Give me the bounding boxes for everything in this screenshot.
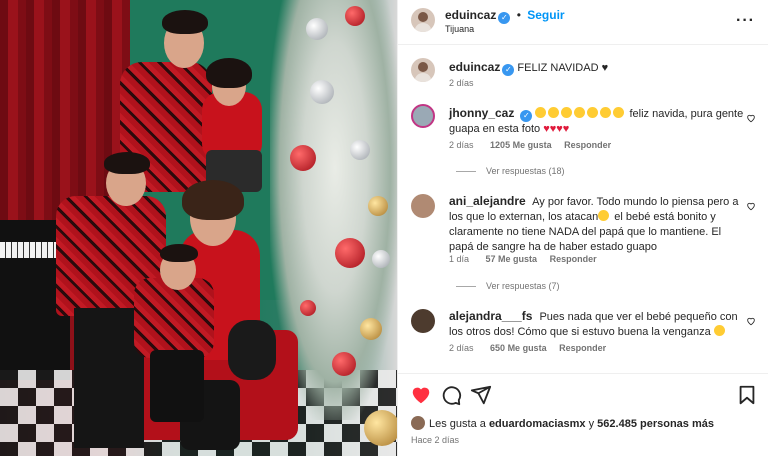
ornament — [332, 352, 356, 376]
laughing-emoji-icon — [713, 325, 725, 336]
ornament — [345, 6, 365, 26]
commenter-avatar[interactable] — [411, 309, 435, 333]
laughing-emoji-icon — [598, 210, 610, 221]
comment-time: 1 día — [449, 254, 470, 264]
comment-meta: 2 días 1205 Me gusta Responder — [449, 140, 611, 150]
like-comment-heart-icon[interactable] — [746, 113, 756, 123]
comment-icon[interactable] — [440, 384, 462, 406]
ornament — [350, 140, 370, 160]
emoji-icon — [548, 107, 560, 118]
post-header: eduincaz ✓ • Seguir Tijuana ··· — [398, 0, 768, 45]
comment-meta: 2 días 650 Me gusta Responder — [449, 343, 606, 353]
verified-badge-icon: ✓ — [502, 64, 515, 76]
ornament — [372, 250, 390, 268]
verified-badge-icon: ✓ — [520, 110, 533, 122]
baby-shirt — [134, 278, 214, 358]
girl-hair — [206, 58, 252, 88]
caption-text: FELIZ NAVIDAD ♥ — [517, 62, 609, 74]
woman-skirt — [228, 320, 276, 380]
like-heart-icon[interactable] — [410, 384, 432, 406]
ornament — [290, 145, 316, 171]
post-actions-bar: Les gusta a eduardomaciasmx y 562.485 pe… — [398, 373, 768, 456]
piano-keys — [0, 242, 56, 258]
post-location[interactable]: Tijuana — [445, 24, 474, 34]
likes-middle: y — [585, 418, 598, 430]
comment-username[interactable]: ani_alejandre — [449, 194, 526, 208]
likes-count[interactable]: 562.485 personas más — [597, 418, 714, 430]
likes-prefix: Les gusta a — [429, 418, 489, 430]
comment-likes[interactable]: 1205 Me gusta — [490, 140, 552, 150]
commenter-avatar[interactable] — [411, 194, 435, 218]
caption-username[interactable]: eduincaz — [449, 60, 500, 74]
emoji-icon — [613, 107, 625, 118]
liker-avatar — [411, 416, 425, 430]
view-replies-button[interactable]: Ver respuestas (18) — [456, 166, 565, 176]
ornament — [335, 238, 365, 268]
woman-hair — [182, 180, 244, 220]
emoji-icon — [574, 107, 586, 118]
emoji-icon — [587, 107, 599, 118]
save-bookmark-icon[interactable] — [736, 384, 758, 406]
author-line: eduincaz ✓ • Seguir — [445, 8, 565, 24]
ornament — [306, 18, 328, 40]
comment-1: jhonny_caz ✓ feliz navida, pura gente gua… — [449, 106, 744, 137]
post-time-ago: Hace 2 días — [411, 435, 460, 445]
comment-likes[interactable]: 57 Me gusta — [486, 254, 538, 264]
view-replies-button[interactable]: Ver respuestas (7) — [456, 281, 560, 291]
comment-time: 2 días — [449, 343, 474, 353]
like-comment-heart-icon[interactable] — [746, 316, 756, 326]
comment-3: alejandra___fs Pues nada que ver el bebé… — [449, 309, 744, 340]
likes-summary[interactable]: Les gusta a eduardomaciasmx y 562.485 pe… — [411, 416, 714, 430]
comment-meta: 1 día 57 Me gusta Responder — [449, 254, 597, 264]
ornament — [300, 300, 316, 316]
post-side-panel: eduincaz ✓ • Seguir Tijuana ··· eduincaz ✓… — [397, 0, 768, 456]
author-username[interactable]: eduincaz — [445, 8, 496, 22]
share-icon[interactable] — [470, 384, 492, 406]
caption-avatar[interactable] — [411, 58, 435, 82]
heart-emoji-icon: ♥♥♥♥ — [543, 123, 570, 135]
more-options-icon[interactable]: ··· — [736, 12, 755, 30]
liker-username[interactable]: eduardomaciasmx — [489, 418, 586, 430]
author-avatar[interactable] — [411, 8, 435, 32]
post-photo[interactable] — [0, 0, 397, 456]
reply-button[interactable]: Responder — [564, 140, 611, 150]
comment-username[interactable]: alejandra___fs — [449, 309, 532, 323]
caption-time: 2 días — [449, 78, 474, 88]
caption: eduincaz ✓ FELIZ NAVIDAD ♥ — [449, 60, 608, 76]
ornament — [360, 318, 382, 340]
baby-pants — [150, 350, 204, 422]
boy-hair — [104, 152, 150, 174]
emoji-icon — [600, 107, 612, 118]
emoji-icon — [561, 107, 573, 118]
commenter-avatar[interactable] — [411, 104, 435, 128]
reply-button[interactable]: Responder — [559, 343, 606, 353]
ornament — [368, 196, 388, 216]
emoji-icon — [535, 107, 547, 118]
comment-time: 2 días — [449, 140, 474, 150]
separator-dot: • — [516, 8, 521, 22]
comment-2: ani_alejandre Ay por favor. Todo mundo l… — [449, 194, 744, 255]
like-comment-heart-icon[interactable] — [746, 201, 756, 211]
ornament — [364, 410, 397, 446]
ornament — [310, 80, 334, 104]
man-hair — [162, 10, 208, 34]
verified-badge-icon: ✓ — [498, 12, 511, 24]
follow-button[interactable]: Seguir — [527, 8, 564, 22]
baby-hair — [160, 244, 198, 262]
comment-username[interactable]: jhonny_caz — [449, 106, 514, 120]
comment-likes[interactable]: 650 Me gusta — [490, 343, 547, 353]
reply-button[interactable]: Responder — [550, 254, 597, 264]
